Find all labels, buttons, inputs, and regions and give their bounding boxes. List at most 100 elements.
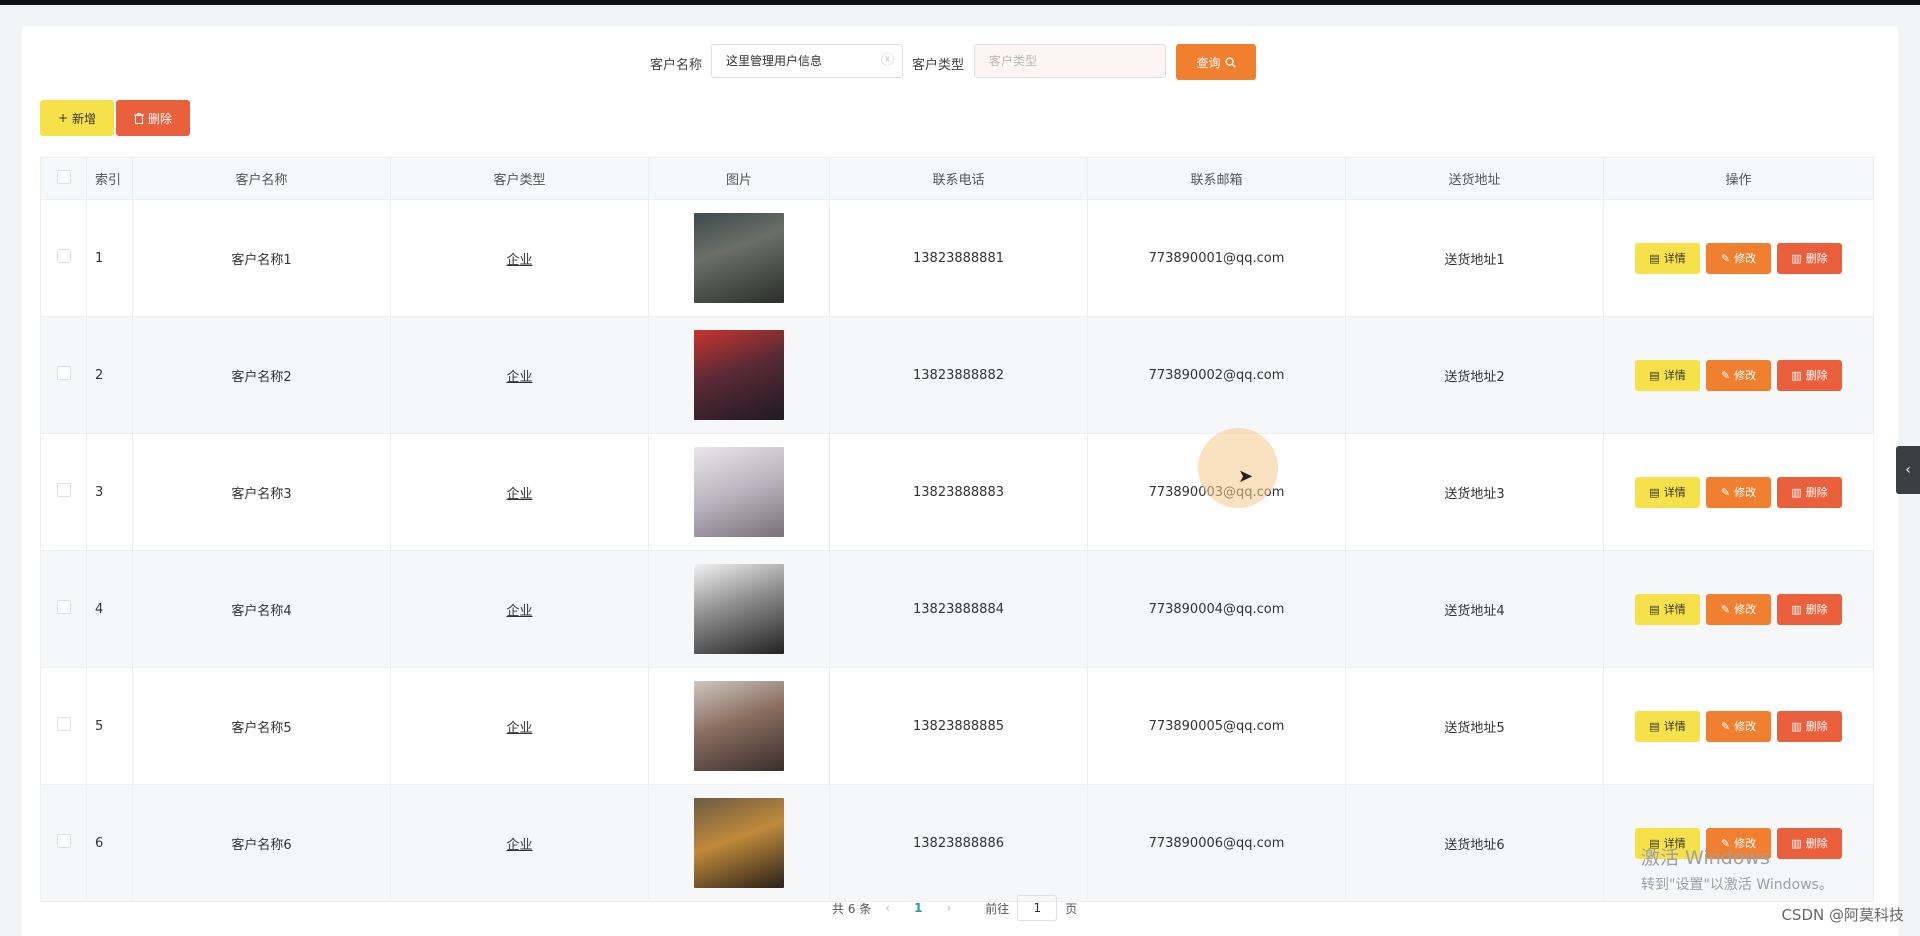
chevron-left-icon[interactable]: ‹ [885, 901, 890, 915]
row-checkbox-cell[interactable] [40, 667, 87, 785]
row-customer-name: 客户名称4 [132, 550, 391, 668]
row-phone: 13823888881 [829, 199, 1088, 317]
watermark-line1: 激活 Windows [1641, 847, 1770, 869]
detail-button-label: 详情 [1663, 369, 1686, 382]
edit-button-label: 修改 [1734, 252, 1757, 265]
row-actions: ▤ 详情 ✎ 修改 ▥ 删除 [1603, 199, 1874, 317]
chevron-right-icon[interactable]: › [946, 901, 951, 915]
row-customer-type[interactable]: 企业 [506, 604, 532, 619]
delete-button[interactable]: ▥ 删除 [1777, 710, 1842, 742]
pagination-goto-input[interactable]: 1 [1017, 895, 1058, 921]
row-photo-cell [648, 667, 830, 785]
edit-button-label: 修改 [1734, 369, 1757, 382]
customer-photo[interactable] [694, 447, 784, 537]
document-icon: ▤ [1649, 485, 1660, 499]
row-actions: ▤ 详情 ✎ 修改 ▥ 删除 [1603, 316, 1874, 434]
query-button[interactable]: 查询 [1176, 44, 1256, 80]
pencil-icon: ✎ [1720, 251, 1731, 265]
delete-button[interactable]: ▥ 删除 [1777, 593, 1842, 625]
edit-button-label: 修改 [1734, 603, 1757, 616]
row-checkbox[interactable] [56, 600, 71, 614]
query-button-label: 查询 [1196, 55, 1221, 70]
row-address: 送货地址3 [1345, 433, 1604, 551]
select-all-checkbox[interactable] [56, 169, 71, 184]
customer-type-placeholder: 客户类型 [989, 54, 1038, 68]
row-checkbox[interactable] [56, 483, 71, 497]
row-checkbox-cell[interactable] [40, 550, 87, 668]
row-checkbox[interactable] [56, 717, 71, 731]
plus-icon: + [57, 111, 69, 125]
customer-type-input[interactable]: 客户类型 [974, 44, 1166, 78]
row-photo-cell [648, 784, 830, 902]
row-photo-cell [648, 199, 830, 317]
detail-button-label: 详情 [1663, 603, 1686, 616]
table-row: 5 客户名称5 企业 13823888885 773890005@qq.com … [40, 667, 1874, 785]
select-all-cell[interactable] [40, 157, 87, 200]
pencil-icon: ✎ [1720, 602, 1731, 616]
customer-photo[interactable] [694, 330, 784, 420]
customer-photo[interactable] [694, 564, 784, 654]
row-checkbox-cell[interactable] [40, 199, 87, 317]
row-checkbox-cell[interactable] [40, 316, 87, 434]
edit-button[interactable]: ✎ 修改 [1706, 476, 1771, 508]
document-icon: ▤ [1649, 719, 1660, 733]
row-email: 773890001@qq.com [1087, 199, 1346, 317]
document-icon: ▤ [1649, 602, 1660, 616]
circle-x-icon[interactable]: ⓧ [881, 45, 894, 77]
delete-button-label: 删除 [1805, 720, 1828, 733]
customer-photo[interactable] [694, 681, 784, 771]
customer-name-input[interactable]: 这里管理用户信息 ⓧ [711, 44, 903, 78]
edit-button[interactable]: ✎ 修改 [1706, 359, 1771, 391]
row-checkbox[interactable] [56, 834, 71, 848]
row-address: 送货地址4 [1345, 550, 1604, 668]
row-phone: 13823888884 [829, 550, 1088, 668]
delete-button[interactable]: ▥ 删除 [1777, 476, 1842, 508]
edit-button[interactable]: ✎ 修改 [1706, 242, 1771, 274]
table-row: 6 客户名称6 企业 13823888886 773890006@qq.com … [40, 784, 1874, 902]
table-row: 1 客户名称1 企业 13823888881 773890001@qq.com … [40, 199, 1874, 317]
window-top-bar [0, 0, 1920, 5]
delete-button[interactable]: ▥ 删除 [1777, 242, 1842, 274]
row-index: 6 [86, 784, 133, 902]
detail-button[interactable]: ▤ 详情 [1635, 359, 1700, 391]
row-customer-type[interactable]: 企业 [506, 838, 532, 853]
row-checkbox[interactable] [56, 366, 71, 380]
batch-delete-button[interactable]: 删除 [116, 100, 190, 136]
row-customer-name: 客户名称1 [132, 199, 391, 317]
edit-button[interactable]: ✎ 修改 [1706, 593, 1771, 625]
detail-button[interactable]: ▤ 详情 [1635, 593, 1700, 625]
row-index: 4 [86, 550, 133, 668]
row-checkbox-cell[interactable] [40, 784, 87, 902]
row-address: 送货地址5 [1345, 667, 1604, 785]
row-checkbox[interactable] [56, 249, 71, 263]
row-customer-type-cell: 企业 [390, 667, 649, 785]
row-customer-type[interactable]: 企业 [506, 721, 532, 736]
row-checkbox-cell[interactable] [40, 433, 87, 551]
row-index: 1 [86, 199, 133, 317]
chevron-left-icon: ‹ [1905, 462, 1911, 478]
edit-button[interactable]: ✎ 修改 [1706, 710, 1771, 742]
row-customer-type[interactable]: 企业 [506, 253, 532, 268]
detail-button[interactable]: ▤ 详情 [1635, 476, 1700, 508]
detail-button[interactable]: ▤ 详情 [1635, 710, 1700, 742]
row-customer-name: 客户名称3 [132, 433, 391, 551]
trash-icon [133, 112, 144, 124]
pencil-icon: ✎ [1720, 485, 1731, 499]
document-icon: ▤ [1649, 251, 1660, 265]
customer-photo[interactable] [694, 213, 784, 303]
row-customer-type[interactable]: 企业 [506, 370, 532, 385]
row-customer-type[interactable]: 企业 [506, 487, 532, 502]
pagination-current-page[interactable]: 1 [914, 901, 922, 915]
row-phone: 13823888886 [829, 784, 1088, 902]
column-header-type: 客户类型 [390, 157, 649, 200]
customer-photo[interactable] [694, 798, 784, 888]
table-row: 2 客户名称2 企业 13823888882 773890002@qq.com … [40, 316, 1874, 434]
detail-button[interactable]: ▤ 详情 [1635, 242, 1700, 274]
document-icon: ▤ [1649, 368, 1660, 382]
delete-button[interactable]: ▥ 删除 [1777, 359, 1842, 391]
add-button[interactable]: + 新增 [40, 100, 114, 136]
side-panel-toggle[interactable]: ‹ [1896, 446, 1920, 494]
row-customer-type-cell: 企业 [390, 550, 649, 668]
customer-table: 索引 客户名称 客户类型 图片 联系电话 联系邮箱 送货地址 操作 1 客户名称… [40, 157, 1874, 902]
detail-button-label: 详情 [1663, 720, 1686, 733]
